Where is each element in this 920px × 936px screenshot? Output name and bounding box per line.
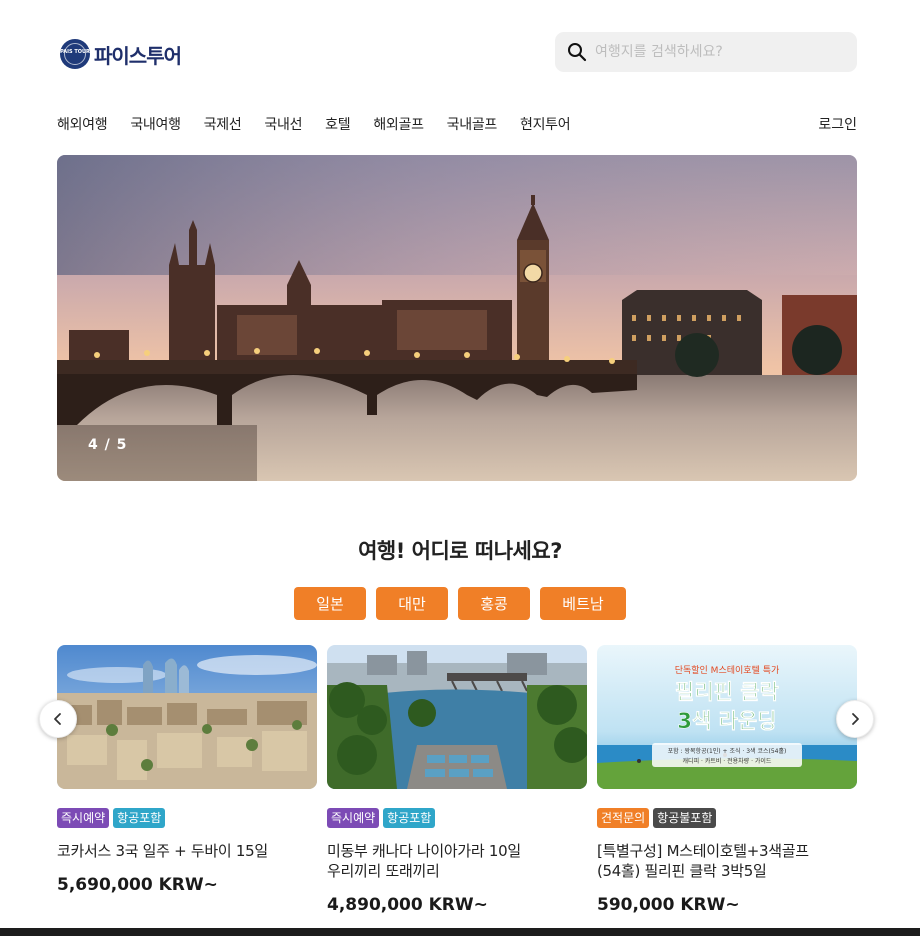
svg-text:필리핀 클락: 필리핀 클락 [675,680,779,704]
destination-chips: 일본 대만 홍콩 베트남 [0,587,920,620]
svg-text:3색 라운딩: 3색 라운딩 [677,709,776,733]
logo-text: 파이스투어 [94,43,182,68]
nav-item-international-flights[interactable]: 국제선 [204,114,242,138]
search-input[interactable] [595,44,845,60]
tag-instant-booking: 즉시예약 [57,808,110,828]
tag-flight-not-included: 항공불포함 [653,808,717,828]
product-title[interactable]: [특별구성] M스테이호텔+3색골프 (54홀) 필리핀 클락 3박5일 [597,841,857,881]
tag-list: 즉시예약 항공포함 [57,808,317,828]
logo[interactable]: PAIS TOUR 파이스투어 [60,39,182,69]
tag-list: 견적문의 항공불포함 [597,808,857,828]
product-card[interactable]: 즉시예약 항공포함 코카서스 3국 일주 + 두바이 15일 5,690,000… [57,645,317,895]
tag-flight-included: 항공포함 [383,808,436,828]
search-icon[interactable] [567,42,587,62]
product-price: 590,000 KRW~ [597,895,740,915]
tag-instant-booking: 즉시예약 [327,808,380,828]
chevron-right-icon [852,713,859,725]
tag-quote-inquiry: 견적문의 [597,808,650,828]
nav-item-overseas-golf[interactable]: 해외골프 [373,114,424,138]
chip-hongkong[interactable]: 홍콩 [458,587,530,620]
svg-text:단독할인 M스테이호텔 특가: 단독할인 M스테이호텔 특가 [675,664,780,676]
nav-item-domestic-travel[interactable]: 국내여행 [130,114,181,138]
chip-vietnam[interactable]: 베트남 [540,587,626,620]
globe-logo-icon: PAIS TOUR [60,39,90,69]
search-bar[interactable] [555,32,857,72]
product-title[interactable]: 미동부 캐나다 나이아가라 10일 우리끼리 또래끼리 [327,841,587,881]
site-header: PAIS TOUR 파이스투어 [0,0,920,100]
main-nav: 해외여행 국내여행 국제선 국내선 호텔 해외골프 국내골프 현지투어 [57,114,593,138]
chip-japan[interactable]: 일본 [294,587,366,620]
login-link[interactable]: 로그인 [818,114,857,136]
nav-item-overseas-travel[interactable]: 해외여행 [57,114,108,138]
hero-image-london [57,155,857,481]
nav-item-hotel[interactable]: 호텔 [325,114,350,138]
product-card[interactable]: 즉시예약 항공포함 미동부 캐나다 나이아가라 10일 우리끼리 또래끼리 4,… [327,645,587,915]
product-price: 4,890,000 KRW~ [327,895,488,915]
product-image-ottawa [327,645,587,789]
nav-item-local-tour[interactable]: 현지투어 [520,114,571,138]
chip-taiwan[interactable]: 대만 [376,587,448,620]
chevron-left-icon [54,713,61,725]
nav-item-domestic-flights[interactable]: 국내선 [264,114,302,138]
carousel-prev-button[interactable] [39,700,77,738]
tag-flight-included: 항공포함 [113,808,166,828]
product-carousel: 즉시예약 항공포함 코카서스 3국 일주 + 두바이 15일 5,690,000… [57,645,857,936]
product-title[interactable]: 코카서스 3국 일주 + 두바이 15일 [57,841,317,861]
product-image-golf-banner: 단독할인 M스테이호텔 특가 필리핀 클락 3색 라운딩 포함 : 왕복항공(1… [597,645,857,789]
footer-edge [0,928,920,936]
product-price: 5,690,000 KRW~ [57,875,218,895]
svg-text:포함 : 왕복항공(1인) + 조식 · 3색 코스(54홀: 포함 : 왕복항공(1인) + 조식 · 3색 코스(54홀) [668,747,787,755]
product-card[interactable]: 단독할인 M스테이호텔 특가 필리핀 클락 3색 라운딩 포함 : 왕복항공(1… [597,645,857,915]
section-title: 여행! 어디로 떠나세요? [358,539,562,563]
carousel-counter: 4 / 5 [88,437,128,453]
nav-item-domestic-golf[interactable]: 국내골프 [447,114,498,138]
hero-carousel[interactable]: 4 / 5 [57,155,857,481]
product-image-baku [57,645,317,789]
tag-list: 즉시예약 항공포함 [327,808,587,828]
svg-text:캐디피 · 카트비 · 전용차량 · 가이드: 캐디피 · 카트비 · 전용차량 · 가이드 [683,757,772,765]
carousel-next-button[interactable] [836,700,874,738]
